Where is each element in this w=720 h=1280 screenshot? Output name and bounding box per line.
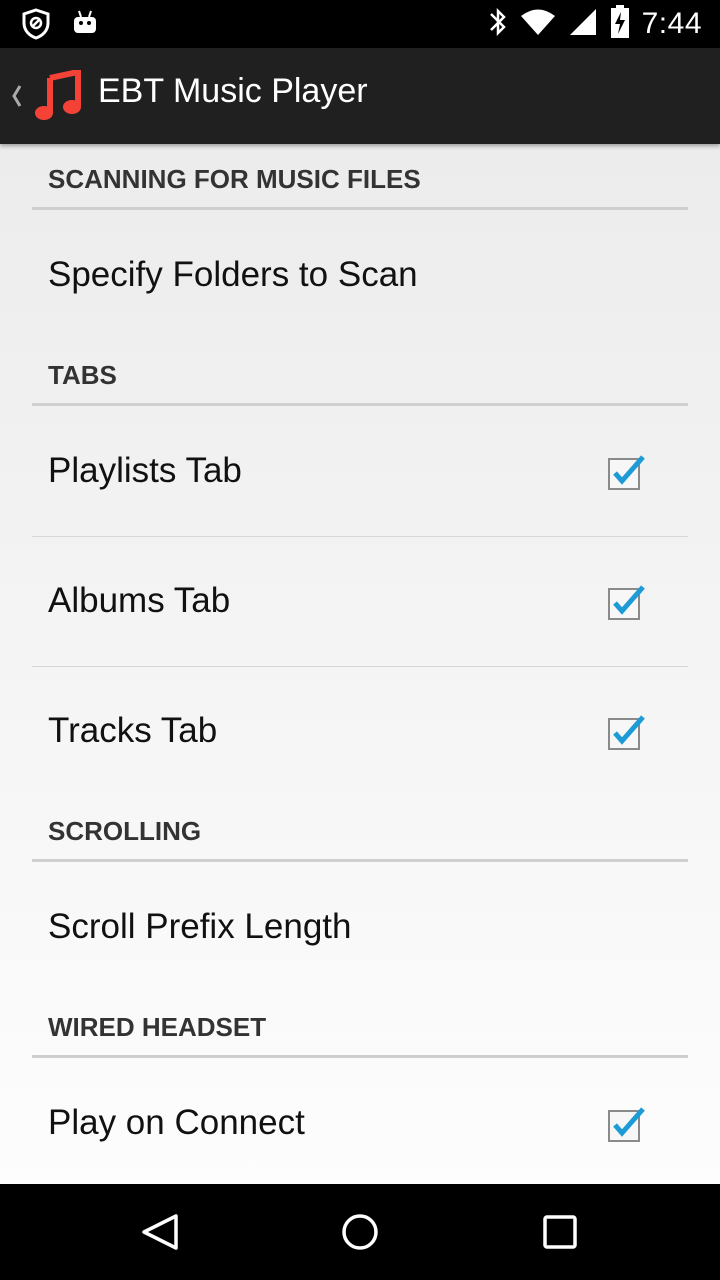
recents-icon[interactable] [536, 1208, 584, 1256]
action-bar: EBT Music Player [0, 48, 720, 144]
music-note-icon[interactable] [32, 68, 84, 122]
pref-playlists-tab[interactable]: Playlists Tab [32, 406, 688, 537]
pref-play-on-connect[interactable]: Play on Connect [32, 1058, 688, 1188]
status-bar: 7:44 [0, 0, 720, 48]
signal-icon [568, 7, 598, 41]
albums-checkbox[interactable] [608, 584, 645, 620]
pref-label: Scroll Prefix Length [48, 907, 352, 946]
up-caret-icon[interactable] [6, 76, 26, 116]
navigation-bar [0, 1184, 720, 1280]
section-header-label: WIRED HEADSET [48, 1012, 267, 1042]
play-on-connect-checkbox[interactable] [608, 1106, 645, 1142]
clock: 7:44 [641, 7, 702, 40]
pref-label: Playlists Tab [48, 451, 242, 490]
wifi-icon [520, 7, 556, 41]
bluetooth-icon [488, 5, 508, 43]
android-icon [72, 9, 98, 43]
pref-label: Specify Folders to Scan [48, 255, 418, 294]
section-header-scanning: SCANNING FOR MUSIC FILES [32, 144, 688, 210]
pref-scroll-prefix-length[interactable]: Scroll Prefix Length [32, 862, 688, 992]
pref-tracks-tab[interactable]: Tracks Tab [32, 666, 688, 796]
battery-icon [610, 5, 630, 43]
section-header-scrolling: SCROLLING [32, 796, 688, 862]
pref-albums-tab[interactable]: Albums Tab [32, 536, 688, 667]
section-header-label: SCANNING FOR MUSIC FILES [48, 164, 421, 194]
section-header-tabs: TABS [32, 340, 688, 406]
section-header-wired-headset: WIRED HEADSET [32, 992, 688, 1058]
home-icon[interactable] [336, 1208, 384, 1256]
section-header-label: SCROLLING [48, 816, 202, 846]
playlists-checkbox[interactable] [608, 454, 645, 490]
pref-label: Albums Tab [48, 581, 231, 620]
back-icon[interactable] [136, 1208, 184, 1256]
pref-label: Play on Connect [48, 1103, 305, 1142]
app-title: EBT Music Player [98, 72, 368, 110]
shield-icon [22, 8, 50, 44]
pref-label: Tracks Tab [48, 711, 218, 750]
section-header-label: TABS [48, 360, 117, 390]
pref-specify-folders[interactable]: Specify Folders to Scan [32, 210, 688, 340]
settings-list: SCANNING FOR MUSIC FILES Specify Folders… [0, 144, 720, 1184]
tracks-checkbox[interactable] [608, 714, 645, 750]
